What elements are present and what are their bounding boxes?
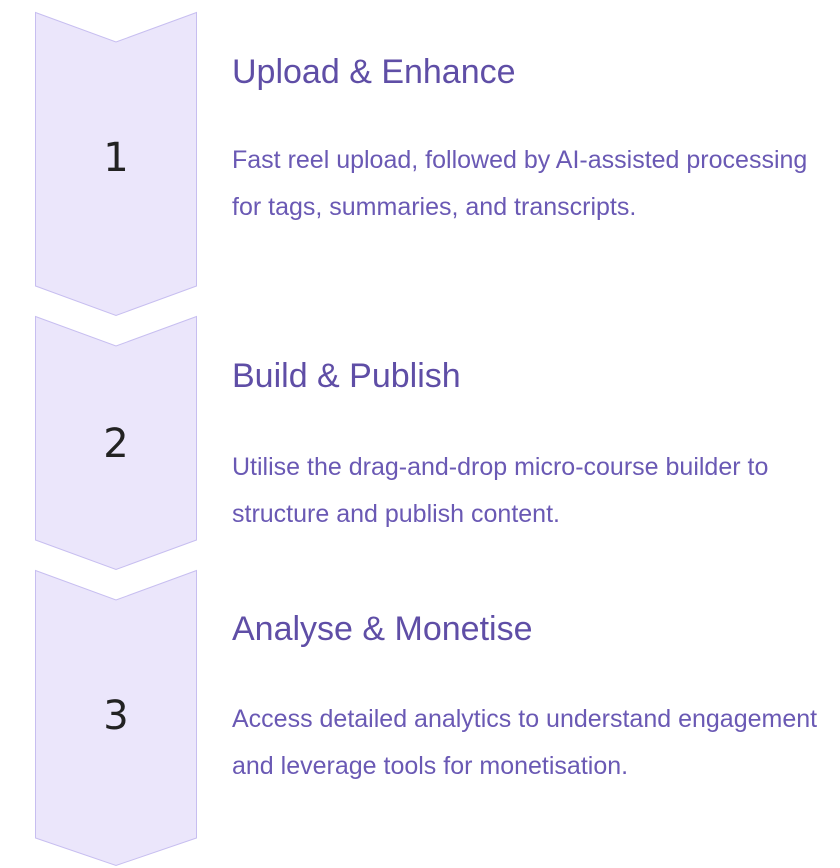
step-1-chevron: 1 <box>35 11 197 317</box>
step-1-number: 1 <box>103 135 129 181</box>
step-3-chevron: 3 <box>35 569 197 867</box>
step-1-title: Upload & Enhance <box>232 53 516 91</box>
step-2-description: Utilise the drag-and-drop micro-course b… <box>232 453 769 528</box>
step-3-description: Access detailed analytics to understand … <box>232 705 818 780</box>
step-2-number: 2 <box>103 421 129 467</box>
step-1-description: Fast reel upload, followed by AI-assiste… <box>232 146 808 221</box>
step-3-title: Analyse & Monetise <box>232 610 533 648</box>
step-3-number: 3 <box>103 693 129 739</box>
step-2-chevron: 2 <box>35 315 197 571</box>
step-2-title: Build & Publish <box>232 357 461 395</box>
